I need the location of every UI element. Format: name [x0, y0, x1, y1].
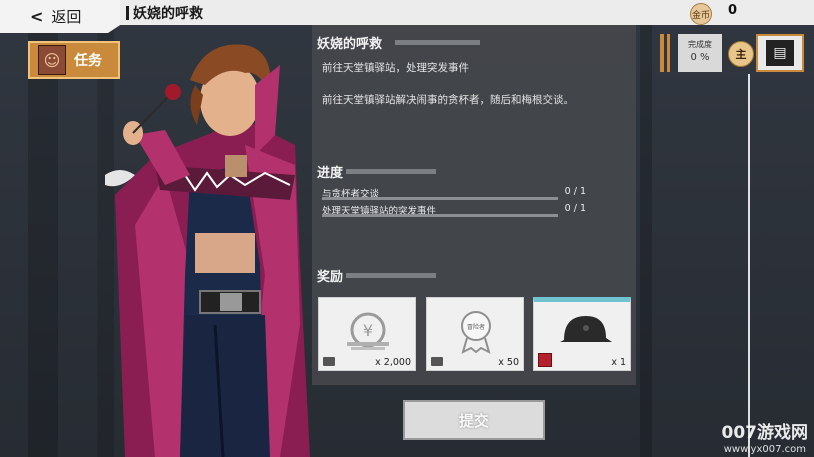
watermark-url: www.yx007.com [723, 444, 806, 455]
page-title: 妖娆的呼救 [126, 2, 203, 23]
medal-icon: 冒险者 [461, 311, 491, 354]
main-quest-badge: 主 [728, 41, 754, 67]
item-type-icon [323, 357, 335, 366]
character-illustration [105, 44, 310, 457]
coin-stack-icon: ¥ [347, 312, 389, 350]
rarity-badge-icon [538, 353, 552, 367]
task-tab[interactable]: ☺ 任务 [28, 41, 120, 79]
medal-text: 冒险者 [467, 323, 485, 331]
accent-bar [667, 34, 670, 72]
completion-box: 完成度 0 % [678, 34, 722, 72]
coin-count: 0 [728, 3, 738, 18]
quest-description-long: 前往天堂镇驿站解决闹事的贪杯者，随后和梅根交谈。 [322, 94, 574, 106]
progress-track [322, 214, 558, 217]
page-title-text: 妖娆的呼救 [133, 5, 203, 22]
completion-value: 0 % [690, 52, 710, 63]
progress-rule [346, 169, 436, 174]
progress-item: 处理天堂镇驿站的突发事件 0 / 1 [322, 203, 586, 217]
progress-item: 与贪杯者交谈 0 / 1 [322, 186, 586, 200]
bg-stripe [28, 25, 58, 457]
quest-description-short: 前往天堂镇驿站，处理突发事件 [322, 62, 469, 74]
back-label: 返回 [51, 8, 82, 26]
reward-qty: x 50 [498, 357, 519, 368]
coin-icon: 金币 [690, 3, 712, 25]
progress-heading: 进度 [317, 166, 344, 181]
reward-qty: x 1 [611, 357, 626, 368]
helmet-icon [560, 316, 612, 342]
progress-item-count: 0 / 1 [564, 203, 586, 214]
chevron-left-icon: < [30, 7, 44, 26]
reward-helmet[interactable]: x 1 [533, 297, 631, 371]
rewards-rule [346, 273, 436, 278]
avatar-icon: ☺ [38, 45, 66, 75]
reward-gold[interactable]: ¥ x 2,000 [318, 297, 416, 371]
title-marker [126, 5, 129, 20]
bg-stripe [640, 25, 652, 457]
svg-text:¥: ¥ [363, 321, 373, 340]
progress-item-count: 0 / 1 [564, 186, 586, 197]
accent-bar [660, 34, 664, 72]
reward-medal[interactable]: 冒险者 x 50 [426, 297, 524, 371]
book-icon: ▤ [766, 40, 794, 66]
reward-qty: x 2,000 [375, 357, 411, 368]
watermark-brand: 007游戏网 [721, 423, 809, 443]
quest-title: 妖娆的呼救 [317, 37, 383, 52]
quest-log-button[interactable]: ▤ [756, 34, 804, 72]
scrollbar[interactable] [748, 74, 750, 457]
completion-label: 完成度 [688, 40, 712, 49]
back-button[interactable]: < 返回 [0, 0, 120, 33]
submit-button[interactable]: 提交 [403, 400, 545, 440]
item-type-icon [431, 357, 443, 366]
progress-track [322, 197, 558, 200]
rewards-heading: 奖励 [317, 270, 344, 285]
task-tab-label: 任务 [74, 53, 102, 69]
title-rule [395, 40, 480, 45]
